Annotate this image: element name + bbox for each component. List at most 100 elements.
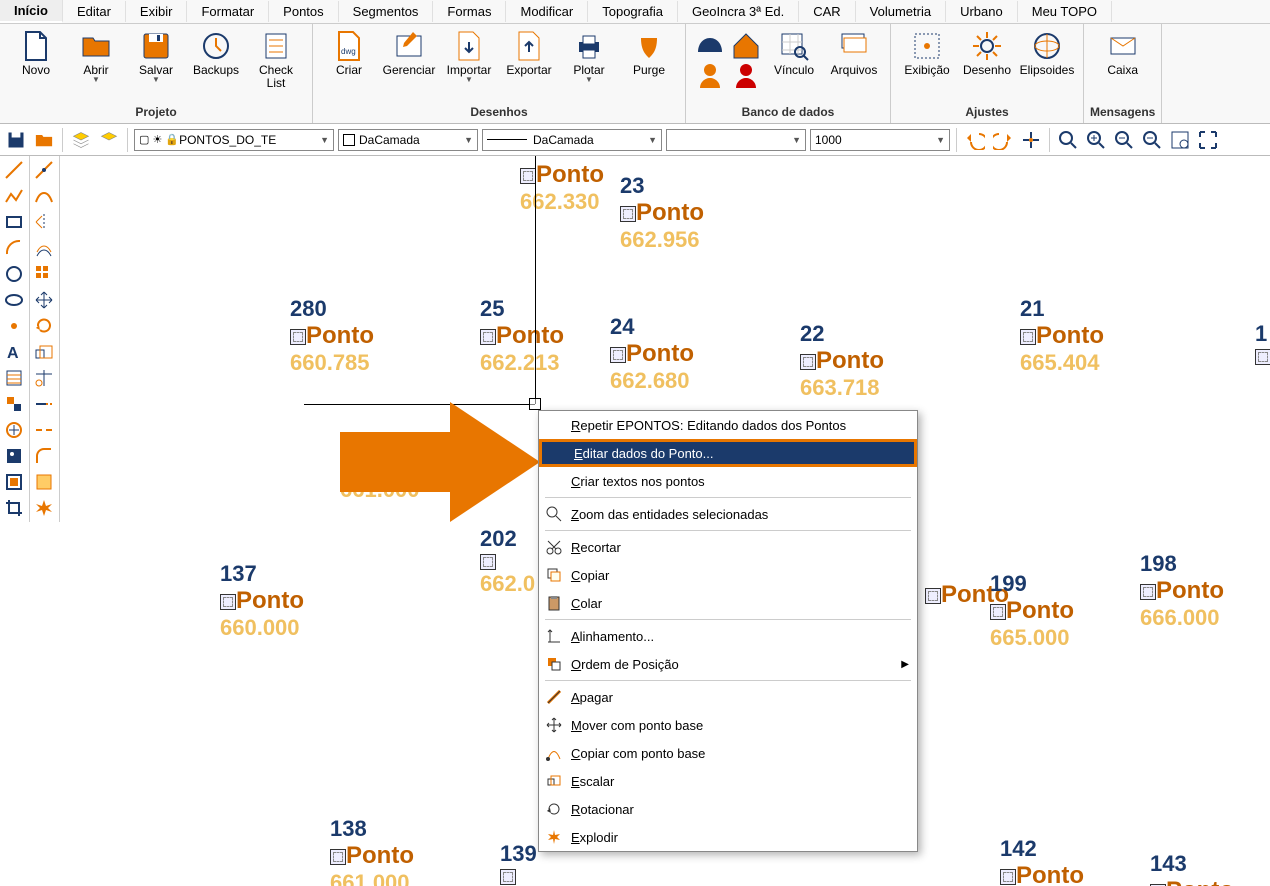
extend-tool-icon[interactable] <box>32 392 56 416</box>
context-menu-item[interactable]: Copiar com ponto base <box>539 739 917 767</box>
context-menu-item[interactable]: Editar dados do Ponto... <box>539 439 917 467</box>
menu-tab-urbano[interactable]: Urbano <box>946 1 1018 22</box>
text-tool-icon[interactable]: A <box>2 340 26 364</box>
menu-tab-volumetria[interactable]: Volumetria <box>856 1 946 22</box>
note-tool-icon[interactable] <box>32 470 56 494</box>
zoom-realtime-icon[interactable] <box>1112 128 1136 152</box>
menu-tab-meutopo[interactable]: Meu TOPO <box>1018 1 1112 22</box>
menu-tab-modificar[interactable]: Modificar <box>506 1 588 22</box>
undo-icon[interactable] <box>963 128 987 152</box>
novo-button[interactable]: Novo <box>6 28 66 79</box>
bd-button-1[interactable] <box>692 28 728 96</box>
open-icon[interactable] <box>32 128 56 152</box>
menu-tab-formatar[interactable]: Formatar <box>187 1 269 22</box>
move-tool-icon[interactable] <box>32 288 56 312</box>
arquivos-button[interactable]: Arquivos <box>824 28 884 79</box>
spline-tool-icon[interactable] <box>32 184 56 208</box>
menu-tab-segmentos[interactable]: Segmentos <box>339 1 434 22</box>
vinculo-button[interactable]: Vínculo <box>764 28 824 79</box>
point-marker[interactable]: 1 <box>1255 321 1270 366</box>
circle-tool-icon[interactable] <box>2 262 26 286</box>
context-menu-item[interactable]: Copiar <box>539 561 917 589</box>
zoom-extents-icon[interactable] <box>1168 128 1192 152</box>
mirror-tool-icon[interactable] <box>32 210 56 234</box>
scale-tool-icon[interactable] <box>32 340 56 364</box>
checklist-button[interactable]: Check List <box>246 28 306 92</box>
menu-tab-formas[interactable]: Formas <box>433 1 506 22</box>
arc-tool-icon[interactable] <box>2 236 26 260</box>
ellipse-tool-icon[interactable] <box>2 288 26 312</box>
menu-tab-geoincra[interactable]: GeoIncra 3ª Ed. <box>678 1 799 22</box>
point-marker[interactable]: 23Ponto662.956 <box>620 173 704 253</box>
context-menu-item[interactable]: Repetir EPONTOS: Editando dados dos Pont… <box>539 411 917 439</box>
point-tool-icon[interactable] <box>2 314 26 338</box>
desenho-button[interactable]: Desenho <box>957 28 1017 79</box>
point-marker[interactable]: 139 <box>500 841 537 886</box>
point-marker[interactable]: 22Ponto663.718 <box>800 321 884 401</box>
crop-tool-icon[interactable] <box>2 496 26 520</box>
layers2-icon[interactable] <box>97 128 121 152</box>
point-marker[interactable]: 143Ponto <box>1150 851 1234 886</box>
point-marker[interactable]: 280Ponto660.785 <box>290 296 374 376</box>
menu-tab-car[interactable]: CAR <box>799 1 855 22</box>
abrir-button[interactable]: Abrir▼ <box>66 28 126 86</box>
point-marker[interactable]: 138Ponto661.000 <box>330 816 414 886</box>
explode-tool-icon[interactable] <box>32 496 56 520</box>
color-combo[interactable]: DaCamada▼ <box>338 129 478 151</box>
context-menu-item[interactable]: Apagar <box>539 683 917 711</box>
exibicao-button[interactable]: Exibição <box>897 28 957 79</box>
context-menu-item[interactable]: Rotacionar <box>539 795 917 823</box>
exportar-button[interactable]: Exportar <box>499 28 559 79</box>
point-marker[interactable]: 142Ponto <box>1000 836 1084 886</box>
context-menu-item[interactable]: Recortar <box>539 533 917 561</box>
context-menu-item[interactable]: Ordem de Posição▶ <box>539 650 917 678</box>
block-tool-icon[interactable] <box>2 392 26 416</box>
edit-line-icon[interactable] <box>32 158 56 182</box>
point-marker[interactable]: 21Ponto665.404 <box>1020 296 1104 376</box>
zoom-out-icon[interactable] <box>1140 128 1164 152</box>
region-tool-icon[interactable] <box>2 470 26 494</box>
rect-tool-icon[interactable] <box>2 210 26 234</box>
lineweight-combo[interactable]: ▼ <box>666 129 806 151</box>
offset-tool-icon[interactable] <box>32 236 56 260</box>
redo-icon[interactable] <box>991 128 1015 152</box>
context-menu-item[interactable]: Alinhamento... <box>539 622 917 650</box>
line-tool-icon[interactable] <box>2 158 26 182</box>
fullscreen-icon[interactable] <box>1196 128 1220 152</box>
point-marker[interactable]: 24Ponto662.680 <box>610 314 694 394</box>
point-marker[interactable]: 25Ponto662.213 <box>480 296 564 376</box>
purge-button[interactable]: Purge <box>619 28 679 79</box>
gerenciar-button[interactable]: Gerenciar <box>379 28 439 79</box>
array-tool-icon[interactable] <box>32 262 56 286</box>
pan-icon[interactable] <box>1019 128 1043 152</box>
elipsoides-button[interactable]: Elipsoides <box>1017 28 1077 79</box>
context-menu-item[interactable]: Mover com ponto base <box>539 711 917 739</box>
zoom-window-icon[interactable] <box>1056 128 1080 152</box>
point-marker[interactable]: 137Ponto660.000 <box>220 561 304 641</box>
criar-button[interactable]: dwgCriar <box>319 28 379 79</box>
point-marker[interactable]: 198Ponto666.000 <box>1140 551 1224 631</box>
trim-tool-icon[interactable] <box>32 366 56 390</box>
menu-tab-topografia[interactable]: Topografia <box>588 1 678 22</box>
backups-button[interactable]: Backups <box>186 28 246 79</box>
context-menu-item[interactable]: Explodir <box>539 823 917 851</box>
hatch-tool-icon[interactable] <box>2 366 26 390</box>
break-tool-icon[interactable] <box>32 418 56 442</box>
polyline-tool-icon[interactable] <box>2 184 26 208</box>
caixa-button[interactable]: Caixa <box>1093 28 1153 79</box>
menu-tab-editar[interactable]: Editar <box>63 1 126 22</box>
context-menu-item[interactable]: Colar <box>539 589 917 617</box>
importar-button[interactable]: Importar▼ <box>439 28 499 86</box>
layers-icon[interactable] <box>69 128 93 152</box>
linetype-combo[interactable]: DaCamada▼ <box>482 129 662 151</box>
point-marker[interactable]: 202662.0 <box>480 526 535 597</box>
context-menu-item[interactable]: Criar textos nos pontos <box>539 467 917 495</box>
zoom-in-icon[interactable] <box>1084 128 1108 152</box>
drawing-canvas[interactable]: 143Ponto142Ponto139138Ponto661.000Ponto1… <box>60 156 1270 886</box>
layer-combo[interactable]: ▢ ☀ 🔒 PONTOS_DO_TE▼ <box>134 129 334 151</box>
insert-tool-icon[interactable] <box>2 418 26 442</box>
context-menu-item[interactable]: Escalar <box>539 767 917 795</box>
point-marker[interactable]: 199Ponto665.000 <box>990 571 1074 651</box>
menu-tab-pontos[interactable]: Pontos <box>269 1 338 22</box>
point-marker[interactable]: Ponto662.330 <box>520 161 604 215</box>
